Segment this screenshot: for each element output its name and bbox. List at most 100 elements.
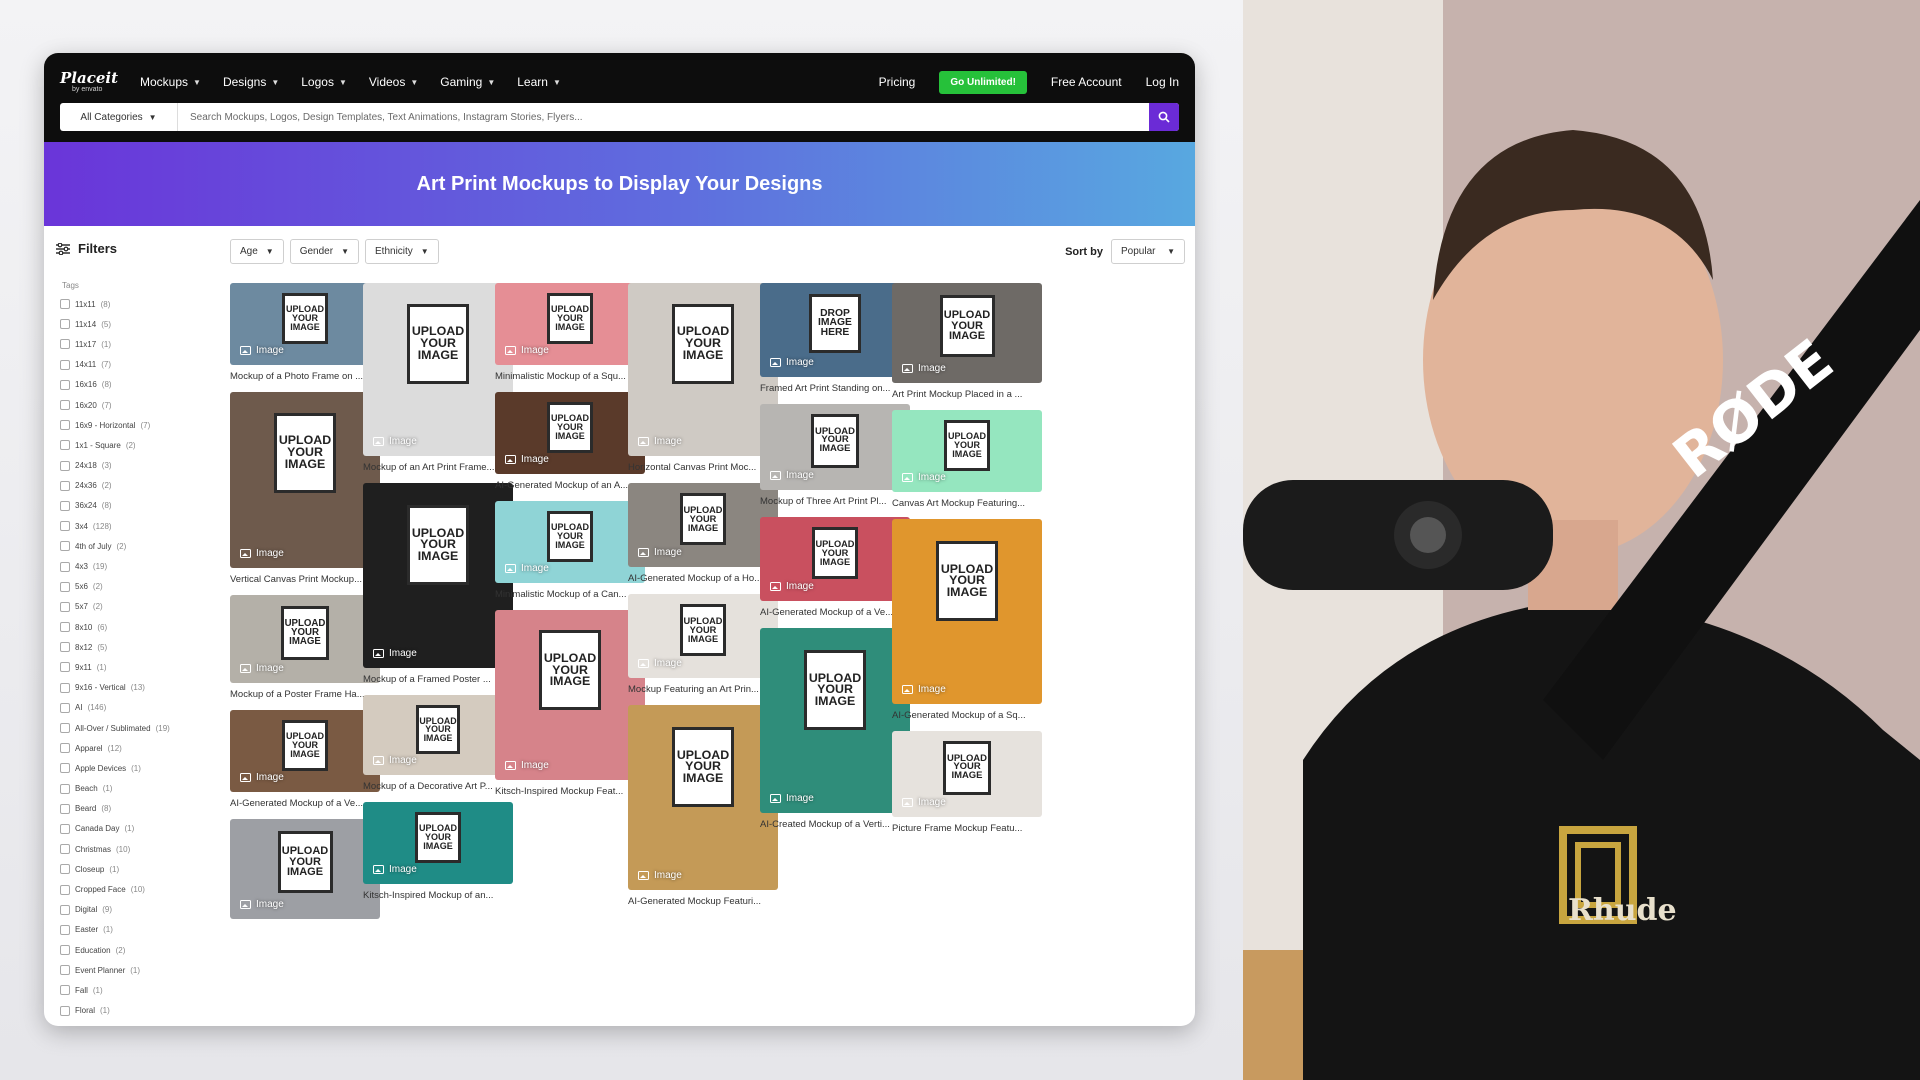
nav-learn[interactable]: Learn ▼: [517, 75, 561, 89]
mockup-thumbnail[interactable]: UPLOAD YOUR IMAGE Image: [363, 695, 513, 775]
checkbox[interactable]: [60, 1005, 70, 1016]
free-account-link[interactable]: Free Account: [1051, 75, 1122, 89]
checkbox[interactable]: [60, 299, 70, 310]
mockup-thumbnail[interactable]: UPLOAD YOUR IMAGE Image: [628, 705, 778, 890]
nav-designs[interactable]: Designs ▼: [223, 75, 279, 89]
mockup-thumbnail[interactable]: UPLOAD YOUR IMAGE Image: [892, 283, 1042, 383]
mockup-caption[interactable]: AI-Created Mockup of a Verti...: [760, 819, 910, 830]
tag-filter-item[interactable]: All-Over / Sublimated (19): [60, 718, 170, 738]
checkbox[interactable]: [60, 844, 70, 855]
mockup-thumbnail[interactable]: UPLOAD YOUR IMAGE Image: [628, 483, 778, 567]
mockup-card[interactable]: UPLOAD YOUR IMAGEImage♥Vertical Canvas P…: [230, 392, 380, 585]
mockup-thumbnail[interactable]: UPLOAD YOUR IMAGE Image: [495, 283, 645, 365]
tag-filter-item[interactable]: 4x3 (19): [60, 556, 170, 576]
checkbox[interactable]: [60, 682, 70, 693]
checkbox[interactable]: [60, 541, 70, 552]
mockup-card[interactable]: UPLOAD YOUR IMAGE Image AI-Created Mockup …: [760, 628, 910, 830]
nav-mockups[interactable]: Mockups ▼: [140, 75, 201, 89]
checkbox[interactable]: [60, 561, 70, 572]
mockup-thumbnail[interactable]: UPLOAD YOUR IMAGE Image: [495, 392, 645, 474]
tag-filter-item[interactable]: Apple Devices (1): [60, 758, 170, 778]
mockup-thumbnail[interactable]: UPLOAD YOUR IMAGEImage♥: [230, 392, 380, 568]
mockup-card[interactable]: UPLOAD YOUR IMAGE Image Canvas Art Mockup …: [892, 410, 1042, 509]
mockup-thumbnail[interactable]: UPLOAD YOUR IMAGE Image: [230, 283, 380, 365]
nav-videos[interactable]: Videos ▼: [369, 75, 418, 89]
checkbox[interactable]: [60, 743, 70, 754]
checkbox[interactable]: [60, 642, 70, 653]
mockup-caption[interactable]: Mockup of Three Art Print Pl...: [760, 496, 910, 507]
checkbox[interactable]: [60, 662, 70, 673]
checkbox[interactable]: [60, 400, 70, 411]
tag-filter-item[interactable]: 11x14 (5): [60, 314, 170, 334]
checkbox[interactable]: [60, 985, 70, 996]
checkbox[interactable]: [60, 904, 70, 915]
mockup-caption[interactable]: Mockup of a Framed Poster ...: [363, 674, 513, 685]
mockup-caption[interactable]: AI-Generated Mockup of a Sq...: [892, 710, 1042, 721]
checkbox[interactable]: [60, 823, 70, 834]
tag-filter-item[interactable]: 5x7 (2): [60, 597, 170, 617]
ethnicity-dropdown[interactable]: Ethnicity ▼: [365, 239, 439, 264]
nav-gaming[interactable]: Gaming ▼: [440, 75, 495, 89]
mockup-thumbnail[interactable]: DROP IMAGE HERE Image: [760, 283, 910, 377]
mockup-caption[interactable]: Mockup of a Photo Frame on ...: [230, 371, 380, 382]
checkbox[interactable]: [60, 924, 70, 935]
tag-filter-item[interactable]: 8x12 (5): [60, 637, 170, 657]
mockup-caption[interactable]: AI-Generated Mockup of a Ve...: [760, 607, 910, 618]
mockup-thumbnail[interactable]: UPLOAD YOUR IMAGE Image: [892, 410, 1042, 492]
mockup-caption[interactable]: Minimalistic Mockup of a Squ...: [495, 371, 645, 382]
tag-filter-item[interactable]: 4th of July (2): [60, 536, 170, 556]
mockup-card[interactable]: UPLOAD YOUR IMAGE Image Mockup of a Decora…: [363, 695, 513, 792]
filters-header[interactable]: Filters: [56, 241, 117, 256]
tag-filter-item[interactable]: Event Planner (1): [60, 960, 170, 980]
mockup-thumbnail[interactable]: UPLOAD YOUR IMAGE Image: [363, 283, 513, 456]
search-button[interactable]: [1149, 103, 1179, 131]
checkbox[interactable]: [60, 723, 70, 734]
placeit-logo[interactable]: Placeit by envato: [60, 71, 118, 94]
mockup-card[interactable]: UPLOAD YOUR IMAGE Image Horizontal Canvas …: [628, 283, 778, 473]
mockup-card[interactable]: UPLOAD YOUR IMAGE Image Kitsch-Inspired Mo…: [495, 610, 645, 797]
mockup-card[interactable]: UPLOAD YOUR IMAGE Image Kitsch-Inspired Mo…: [363, 802, 513, 901]
mockup-caption[interactable]: Framed Art Print Standing on...: [760, 383, 910, 394]
search-input[interactable]: [178, 103, 1149, 131]
checkbox[interactable]: [60, 864, 70, 875]
mockup-caption[interactable]: Mockup of a Decorative Art P...: [363, 781, 513, 792]
pricing-link[interactable]: Pricing: [879, 75, 916, 89]
mockup-card[interactable]: UPLOAD YOUR IMAGE Image Mockup of a Poster…: [230, 595, 380, 700]
checkbox[interactable]: [60, 339, 70, 350]
checkbox[interactable]: [60, 884, 70, 895]
mockup-card[interactable]: UPLOAD YOUR IMAGE Image Minimalistic Mocku…: [495, 501, 645, 600]
tag-filter-item[interactable]: Beach (1): [60, 779, 170, 799]
tag-filter-item[interactable]: Digital (9): [60, 900, 170, 920]
mockup-card[interactable]: UPLOAD YOUR IMAGE Image AI-Generated Mocku…: [495, 392, 645, 491]
mockup-caption[interactable]: Horizontal Canvas Print Moc...: [628, 462, 778, 473]
login-link[interactable]: Log In: [1146, 75, 1179, 89]
mockup-caption[interactable]: AI-Generated Mockup of an A...: [495, 480, 645, 491]
tag-filter-item[interactable]: AI (146): [60, 698, 170, 718]
gender-dropdown[interactable]: Gender ▼: [289, 239, 359, 264]
mockup-caption[interactable]: Picture Frame Mockup Featu...: [892, 823, 1042, 834]
mockup-card[interactable]: UPLOAD YOUR IMAGE Image Mockup Featuring a…: [628, 594, 778, 695]
mockup-caption[interactable]: Mockup of a Poster Frame Ha...: [230, 689, 380, 700]
mockup-card[interactable]: UPLOAD YOUR IMAGE Image AI-Generated Mocku…: [892, 519, 1042, 721]
checkbox[interactable]: [60, 319, 70, 330]
mockup-card[interactable]: UPLOAD YOUR IMAGE Image AI-Generated Mocku…: [230, 710, 380, 809]
tag-filter-item[interactable]: 14x11 (7): [60, 355, 170, 375]
checkbox[interactable]: [60, 379, 70, 390]
tag-filter-item[interactable]: 24x18 (3): [60, 456, 170, 476]
checkbox[interactable]: [60, 945, 70, 956]
mockup-card[interactable]: DROP IMAGE HERE Image Framed Art Print Sta…: [760, 283, 910, 394]
tag-filter-item[interactable]: Beard (8): [60, 799, 170, 819]
checkbox[interactable]: [60, 359, 70, 370]
mockup-thumbnail[interactable]: UPLOAD YOUR IMAGE Image: [628, 283, 778, 456]
tag-filter-item[interactable]: 1x1 - Square (2): [60, 435, 170, 455]
mockup-thumbnail[interactable]: UPLOAD YOUR IMAGE Image: [892, 731, 1042, 817]
tag-filter-item[interactable]: 9x16 - Vertical (13): [60, 678, 170, 698]
checkbox[interactable]: [60, 460, 70, 471]
mockup-caption[interactable]: Minimalistic Mockup of a Can...: [495, 589, 645, 600]
mockup-thumbnail[interactable]: UPLOAD YOUR IMAGE Image: [363, 802, 513, 884]
mockup-thumbnail[interactable]: UPLOAD YOUR IMAGE Image: [760, 628, 910, 813]
mockup-caption[interactable]: AI-Generated Mockup of a Ho...: [628, 573, 778, 584]
nav-logos[interactable]: Logos ▼: [301, 75, 347, 89]
mockup-card[interactable]: UPLOAD YOUR IMAGE Image Art Print Mockup P…: [892, 283, 1042, 400]
mockup-card[interactable]: UPLOAD YOUR IMAGE Image AI-Generated Mocku…: [628, 705, 778, 907]
